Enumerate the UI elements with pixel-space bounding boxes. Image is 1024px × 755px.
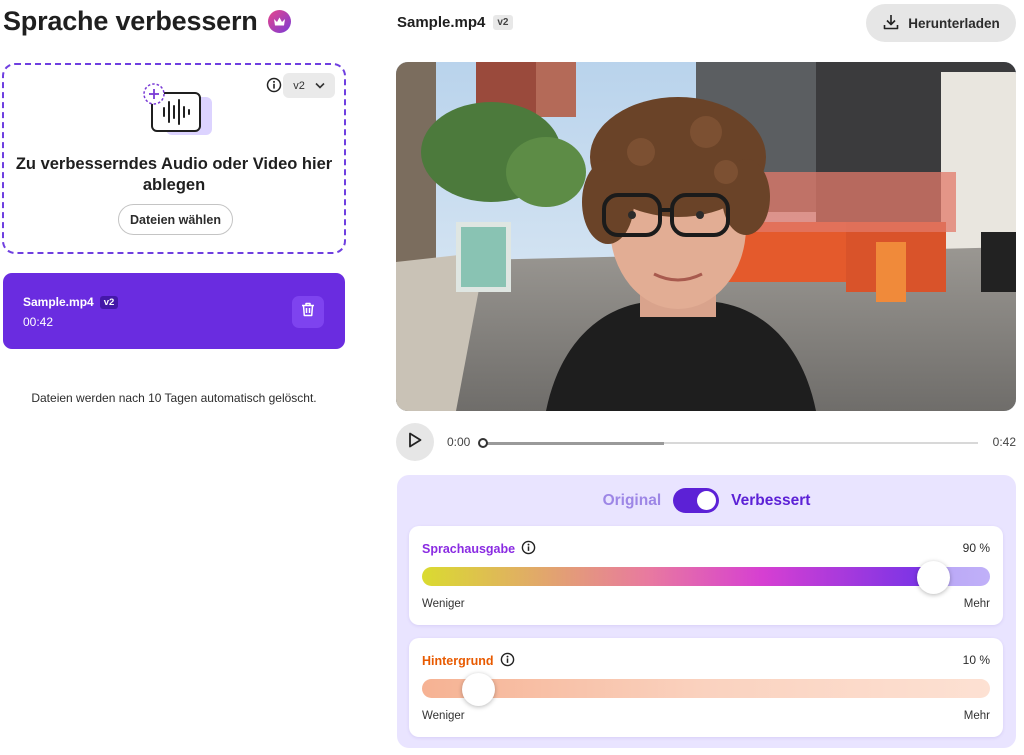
toggle-knob — [697, 491, 717, 510]
file-card-title: Sample.mp4 v2 — [23, 295, 119, 309]
file-card[interactable]: Sample.mp4 v2 00:42 — [3, 273, 345, 349]
version-select[interactable]: v2 — [283, 73, 335, 98]
enhance-panel: Original Verbessert Sprachausgabe 90 % W… — [397, 475, 1016, 748]
page-title-group: Sprache verbessern — [3, 6, 291, 37]
preview-file-name: Sample.mp4 — [397, 14, 486, 31]
background-min-label: Weniger — [422, 710, 465, 722]
speech-value: 90 % — [962, 541, 990, 555]
speech-slider-card: Sprachausgabe 90 % Weniger Mehr — [409, 526, 1003, 625]
crown-icon — [267, 10, 291, 33]
speech-title: Sprachausgabe — [422, 542, 516, 556]
video-preview[interactable] — [396, 62, 1016, 411]
seek-bar[interactable] — [478, 438, 978, 448]
download-label: Herunterladen — [908, 15, 1000, 31]
upload-dropzone[interactable]: v2 Zu verbesserndes Audio oder Video hie… — [2, 63, 346, 254]
total-time: 0:42 — [992, 435, 1016, 449]
seek-handle[interactable] — [478, 438, 488, 448]
background-title-group: Hintergrund — [422, 652, 515, 670]
download-button[interactable]: Herunterladen — [866, 4, 1016, 42]
info-icon[interactable] — [521, 540, 536, 558]
background-value: 10 % — [962, 653, 990, 667]
retention-note: Dateien werden nach 10 Tagen automatisch… — [31, 391, 317, 405]
audio-upload-icon — [140, 79, 212, 139]
video-frame-image — [396, 62, 1016, 411]
original-label[interactable]: Original — [603, 492, 662, 510]
preview-title: Sample.mp4 v2 — [397, 14, 513, 31]
compare-toggle[interactable] — [673, 488, 720, 513]
choose-files-button[interactable]: Dateien wählen — [118, 204, 233, 235]
speech-title-group: Sprachausgabe — [422, 540, 536, 558]
info-icon[interactable] — [500, 652, 515, 670]
background-slider-handle[interactable] — [462, 673, 496, 706]
background-slider-card: Hintergrund 10 % Weniger Mehr — [409, 638, 1003, 737]
version-select-value: v2 — [293, 79, 305, 92]
info-icon[interactable] — [266, 77, 282, 93]
compare-toggle-row: Original Verbessert — [397, 488, 1016, 513]
file-duration: 00:42 — [23, 315, 54, 329]
page-title: Sprache verbessern — [3, 6, 258, 36]
download-icon — [882, 13, 900, 34]
speech-slider-track[interactable] — [422, 567, 990, 586]
media-player: 0:00 0:42 — [396, 423, 1016, 461]
speech-max-label: Mehr — [963, 598, 990, 610]
chevron-down-icon — [315, 80, 325, 92]
trash-icon — [301, 302, 315, 322]
background-max-label: Mehr — [963, 710, 990, 722]
preview-version-badge: v2 — [493, 15, 513, 30]
current-time: 0:00 — [447, 435, 471, 449]
background-slider-track[interactable] — [422, 679, 990, 698]
dropzone-prompt: Zu verbesserndes Audio oder Video hier a… — [15, 155, 333, 194]
delete-file-button[interactable] — [292, 296, 324, 328]
background-title: Hintergrund — [422, 654, 494, 668]
seek-buffered — [480, 442, 665, 445]
file-version-badge: v2 — [99, 295, 119, 309]
file-name: Sample.mp4 — [23, 295, 94, 309]
play-button[interactable] — [396, 423, 434, 461]
speech-min-label: Weniger — [422, 598, 465, 610]
play-icon — [408, 432, 422, 453]
speech-slider-handle[interactable] — [916, 561, 950, 594]
enhanced-label[interactable]: Verbessert — [731, 492, 810, 510]
